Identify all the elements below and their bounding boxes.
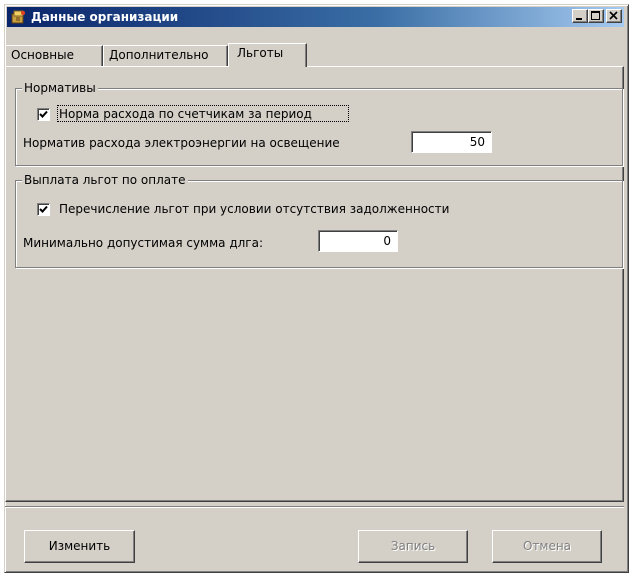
tab-additional[interactable]: Дополнительно [103,45,228,66]
meter-norm-label[interactable]: Норма расхода по счетчикам за период [59,107,312,121]
app-icon [10,9,26,25]
close-icon [609,11,618,20]
close-button[interactable] [606,9,622,23]
checkmark-icon [39,110,48,118]
window-title: Данные организации [31,10,179,24]
group-benefit-payment: Выплата льгот по оплате [15,173,623,268]
maximize-button[interactable] [588,9,604,23]
benefit-transfer-checkbox[interactable] [37,203,50,216]
maximize-icon [591,11,600,20]
tab-main[interactable]: Основные [5,45,103,66]
min-debt-label: Минимально допустимая сумма длга: [23,236,263,250]
save-button[interactable]: Запись [358,530,468,563]
minimize-icon [576,18,582,20]
group-benefit-payment-title: Выплата льгот по оплате [22,173,188,187]
lighting-norm-input[interactable]: 50 [411,131,492,153]
lighting-norm-label: Норматив расхода электроэнергии на освещ… [23,136,340,150]
min-debt-input[interactable]: 0 [318,230,398,252]
group-norms-title: Нормативы [22,81,98,95]
minimize-button[interactable] [572,9,588,23]
cancel-button[interactable]: Отмена [492,530,602,563]
benefit-transfer-label[interactable]: Перечисление льгот при условии отсутстви… [59,202,449,216]
button-bar-separator [5,506,624,508]
edit-button[interactable]: Изменить [24,530,135,563]
meter-norm-checkbox[interactable] [37,108,50,121]
title-bar[interactable]: Данные организации [7,7,624,27]
tab-benefits[interactable]: Льготы [228,43,307,67]
checkmark-icon [39,205,48,213]
group-norms: Нормативы [15,81,623,166]
